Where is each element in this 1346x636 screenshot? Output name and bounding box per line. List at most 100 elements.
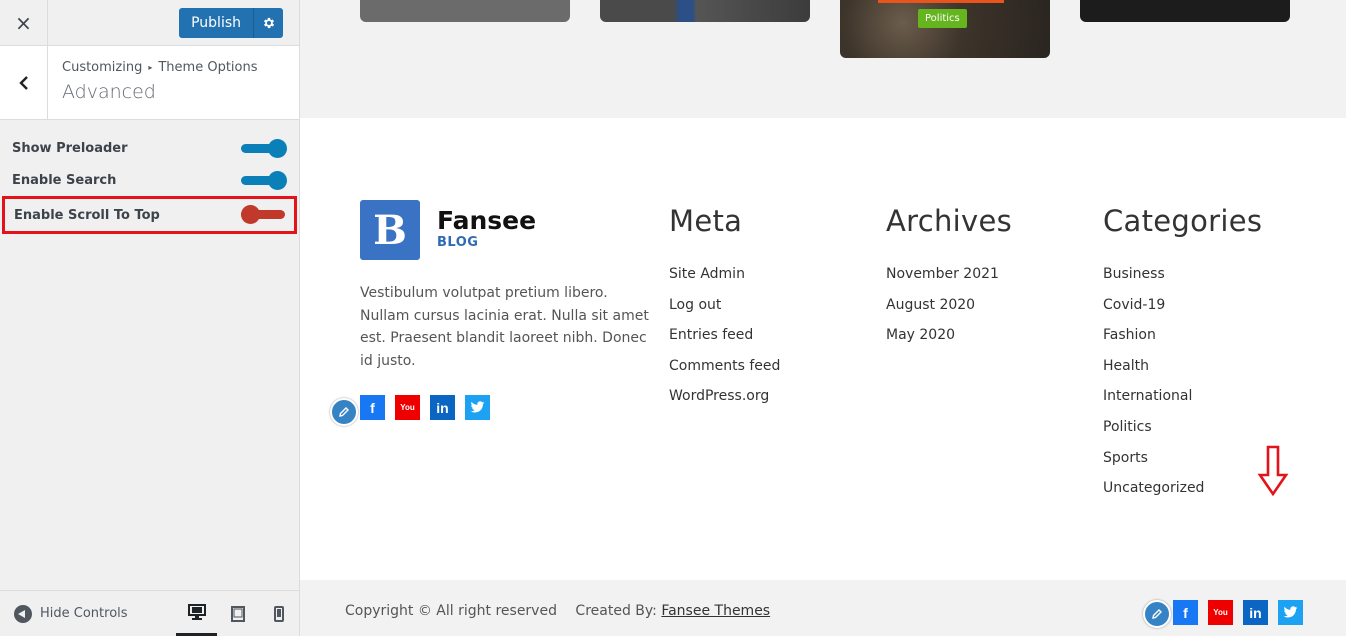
publish-group: Publish xyxy=(179,7,283,38)
facebook-icon[interactable]: f xyxy=(1173,600,1198,625)
option-label: Show Preloader xyxy=(12,140,128,156)
list-item[interactable]: Fashion xyxy=(1103,327,1262,358)
site-footer-bar: Copyright © All right reserved Created B… xyxy=(300,580,1346,636)
category-bar xyxy=(878,0,1004,3)
breadcrumb-root: Customizing xyxy=(62,60,143,75)
hide-controls-button[interactable]: Hide Controls xyxy=(0,604,128,623)
list-item[interactable]: Entries feed xyxy=(669,327,780,358)
list-item[interactable]: International xyxy=(1103,388,1262,419)
widget-title: Meta xyxy=(669,204,743,238)
gear-icon xyxy=(263,17,274,28)
list-item[interactable]: WordPress.org xyxy=(669,388,780,419)
footer-widgets: B Fansee BLOG Vestibulum volutpat pretiu… xyxy=(300,118,1346,580)
customizer-sidebar: × Publish Customizing ▸ Theme Options Ad… xyxy=(0,0,300,636)
publish-button[interactable]: Publish xyxy=(179,7,253,38)
publish-settings-button[interactable] xyxy=(253,7,283,38)
device-switcher xyxy=(176,591,299,636)
option-enable-scroll-to-top: Enable Scroll To Top xyxy=(2,196,297,234)
chevron-left-icon xyxy=(18,75,28,90)
down-arrow-icon xyxy=(1257,445,1289,497)
option-enable-search: Enable Search xyxy=(0,164,299,196)
enable-scroll-to-top-toggle[interactable] xyxy=(241,204,287,224)
pencil-icon xyxy=(1152,609,1162,619)
list-item[interactable]: August 2020 xyxy=(886,297,1012,328)
created-by-label: Created By: xyxy=(575,603,657,619)
linkedin-icon[interactable]: in xyxy=(430,395,455,420)
list-item[interactable]: Log out xyxy=(669,297,780,328)
post-thumbnail[interactable] xyxy=(360,0,570,22)
youtube-icon[interactable]: You xyxy=(1208,600,1233,625)
post-thumbnail[interactable] xyxy=(1080,0,1290,22)
list-item[interactable]: Politics xyxy=(1103,419,1262,450)
option-label: Enable Scroll To Top xyxy=(14,207,160,223)
site-tagline: BLOG xyxy=(437,235,479,250)
twitter-bird-glyph xyxy=(1283,606,1298,618)
close-customizer-button[interactable]: × xyxy=(0,0,48,46)
customizer-top-bar: × Publish xyxy=(0,0,299,46)
list-item[interactable]: November 2021 xyxy=(886,266,1012,297)
show-preloader-toggle[interactable] xyxy=(241,138,287,158)
collapse-icon xyxy=(14,604,32,623)
facebook-icon[interactable]: f xyxy=(360,395,385,420)
list-item[interactable]: Uncategorized xyxy=(1103,480,1262,511)
section-title-group: Customizing ▸ Theme Options Advanced xyxy=(48,46,258,119)
site-preview: Politics B Fansee BLOG Vestibulum volutp… xyxy=(300,0,1346,636)
twitter-bird-glyph xyxy=(470,401,485,413)
customizer-footer: Hide Controls xyxy=(0,590,299,636)
social-links: f You in xyxy=(360,395,490,420)
device-mobile-button[interactable] xyxy=(258,591,299,636)
option-label: Enable Search xyxy=(12,172,117,188)
twitter-icon[interactable] xyxy=(465,395,490,420)
breadcrumb-parent: Theme Options xyxy=(158,60,258,75)
twitter-icon[interactable] xyxy=(1278,600,1303,625)
device-desktop-button[interactable] xyxy=(176,591,217,636)
author-link[interactable]: Fansee Themes xyxy=(661,603,770,619)
youtube-glyph: You xyxy=(400,403,415,412)
site-name[interactable]: Fansee xyxy=(437,206,536,235)
youtube-glyph: You xyxy=(1213,608,1228,617)
social-links: f You in xyxy=(1173,600,1303,625)
breadcrumb-separator: ▸ xyxy=(148,63,153,72)
back-button[interactable] xyxy=(0,46,48,119)
about-text: Vestibulum volutpat pretium libero. Null… xyxy=(360,285,649,369)
category-badge[interactable]: Politics xyxy=(918,9,967,28)
widget-title: Archives xyxy=(886,204,1013,238)
copyright-label: Copyright © All right reserved xyxy=(345,603,557,619)
pencil-icon xyxy=(339,407,349,417)
hide-controls-label: Hide Controls xyxy=(40,606,128,621)
device-tablet-button[interactable] xyxy=(217,591,258,636)
posts-strip: Politics xyxy=(300,0,1346,118)
linkedin-icon[interactable]: in xyxy=(1243,600,1268,625)
toggle-knob xyxy=(241,205,260,224)
list-item[interactable]: Sports xyxy=(1103,450,1262,481)
list-item[interactable]: Covid-19 xyxy=(1103,297,1262,328)
youtube-icon[interactable]: You xyxy=(395,395,420,420)
list-item[interactable]: Comments feed xyxy=(669,358,780,389)
mobile-icon xyxy=(273,605,284,622)
edit-shortcut-button[interactable] xyxy=(1143,600,1171,628)
meta-widget: Meta Site Admin Log out Entries feed Com… xyxy=(669,204,780,419)
categories-widget: Categories Business Covid-19 Fashion Hea… xyxy=(1103,204,1262,511)
option-show-preloader: Show Preloader xyxy=(0,132,299,164)
close-icon: × xyxy=(15,10,32,35)
tablet-icon xyxy=(230,605,245,622)
toggle-knob xyxy=(268,171,287,190)
list-item[interactable]: Health xyxy=(1103,358,1262,389)
section-header: Customizing ▸ Theme Options Advanced xyxy=(0,46,299,120)
archives-widget: Archives November 2021 August 2020 May 2… xyxy=(886,204,1012,358)
breadcrumb: Customizing ▸ Theme Options xyxy=(62,60,258,75)
post-thumbnail[interactable] xyxy=(600,0,810,22)
desktop-icon xyxy=(187,603,206,620)
section-title: Advanced xyxy=(62,81,156,103)
enable-search-toggle[interactable] xyxy=(241,170,287,190)
list-item[interactable]: Business xyxy=(1103,266,1262,297)
site-logo[interactable]: B xyxy=(360,200,420,260)
edit-shortcut-button[interactable] xyxy=(330,398,358,426)
toggle-knob xyxy=(268,139,287,158)
list-item[interactable]: Site Admin xyxy=(669,266,780,297)
widget-title: Categories xyxy=(1103,204,1263,238)
list-item[interactable]: May 2020 xyxy=(886,327,1012,358)
publish-label: Publish xyxy=(191,14,241,31)
copyright-text: Copyright © All right reserved Created B… xyxy=(345,603,770,619)
